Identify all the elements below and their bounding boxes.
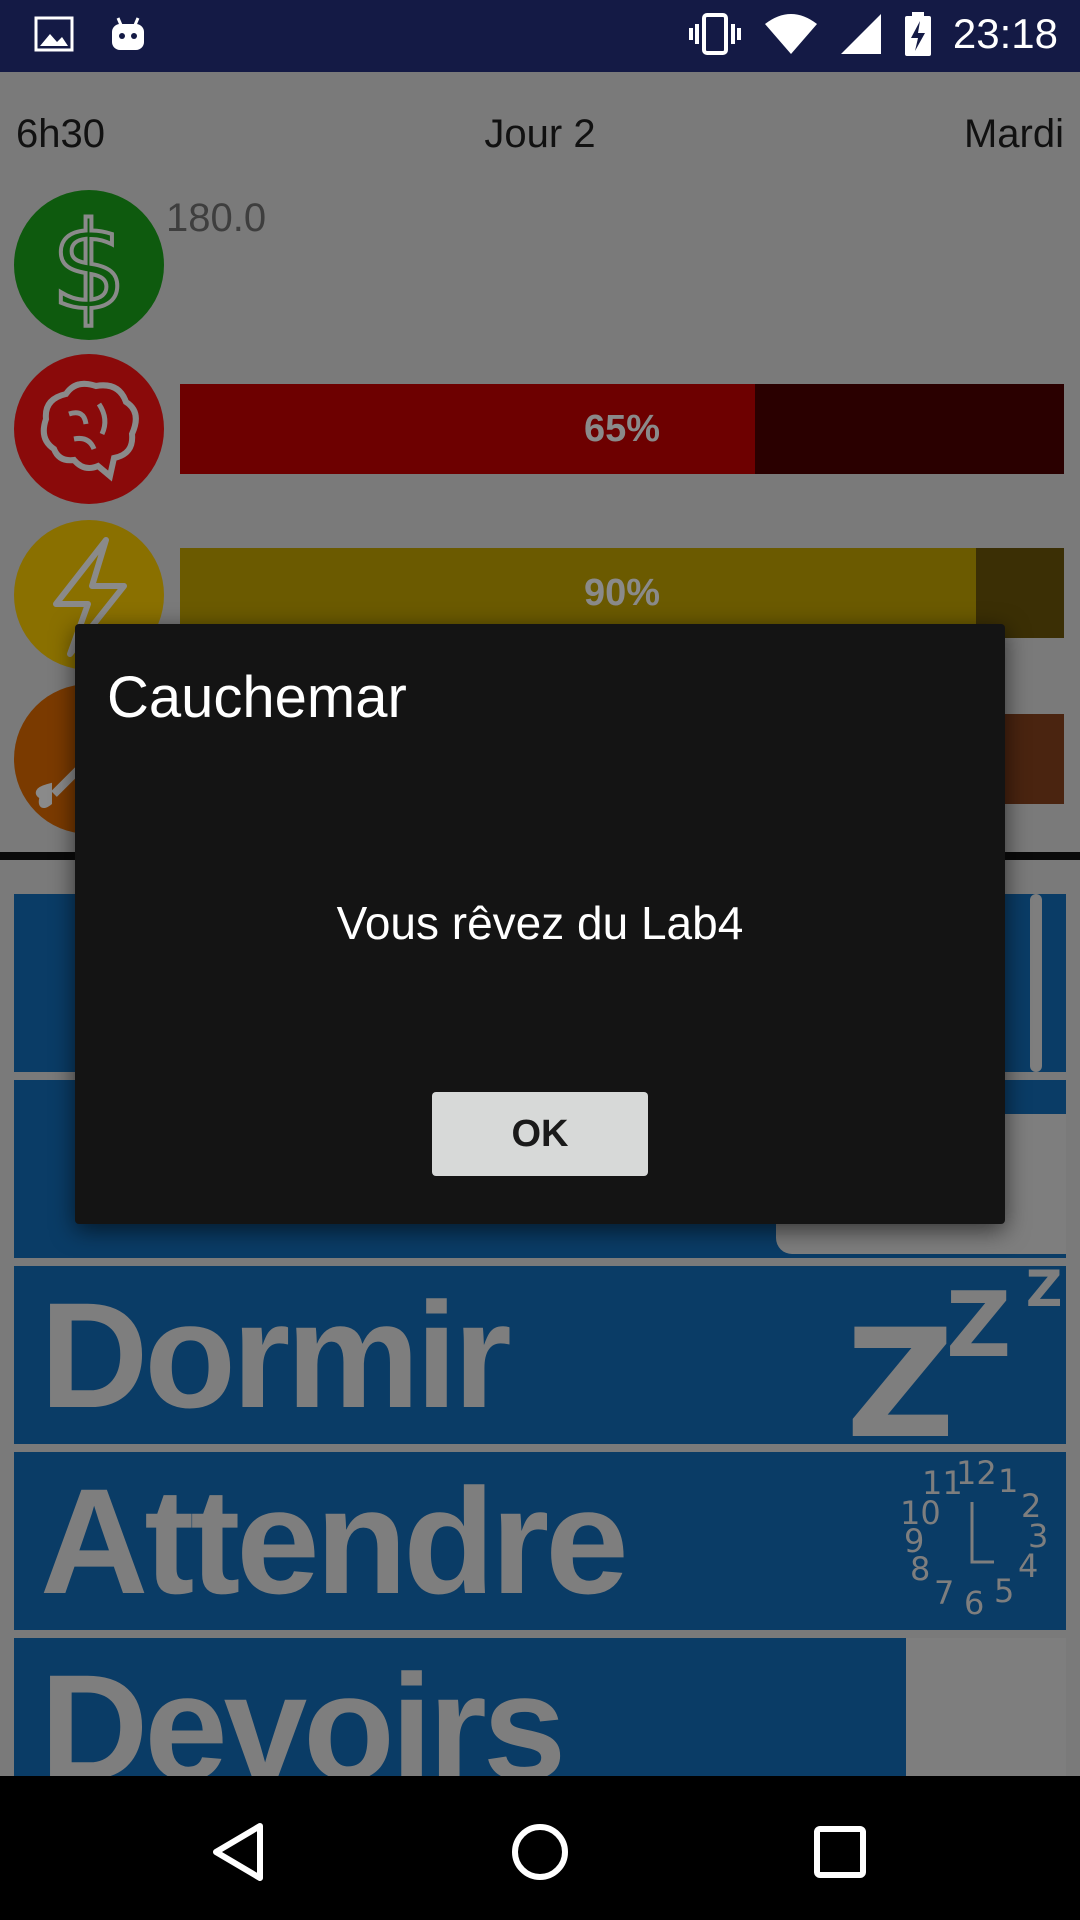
ruler-icon	[906, 1638, 1066, 1776]
brain-icon	[14, 354, 164, 504]
clock: 23:18	[952, 10, 1058, 57]
game-day: Jour 2	[484, 112, 596, 156]
svg-text:11: 11	[922, 1464, 963, 1502]
money-icon: $	[14, 190, 164, 340]
status-bar: 23:18	[0, 0, 1080, 72]
clock-icon: 12 123 4567 891011	[900, 1454, 1048, 1622]
battery-charging-icon	[903, 11, 933, 57]
svg-text:Z: Z	[1026, 1266, 1062, 1318]
svg-text:4: 4	[1018, 1547, 1038, 1585]
devoirs-label: Devoirs	[40, 1643, 566, 1776]
action-button-attendre[interactable]: Attendre 12 1 2 3 4567 8 9 10 11	[14, 1452, 1066, 1630]
svg-text:1: 1	[998, 1462, 1018, 1500]
game-weekday: Mardi	[963, 112, 1064, 156]
navigation-bar	[0, 1776, 1080, 1920]
android-notification-icon	[108, 14, 148, 54]
ok-button[interactable]: OK	[432, 1092, 648, 1176]
image-notification-icon	[34, 16, 74, 52]
action-button-devoirs[interactable]: Devoirs	[14, 1638, 1066, 1776]
dialog-message: Vous rêvez du Lab4	[336, 897, 744, 949]
vibrate-icon	[687, 12, 743, 56]
cell-signal-icon	[839, 12, 883, 56]
dormir-label: Dormir	[40, 1271, 512, 1439]
home-icon[interactable]	[500, 1812, 580, 1892]
alert-dialog: Cauchemar Vous rêvez du Lab4 OK	[75, 624, 1005, 1224]
svg-text:7: 7	[934, 1574, 954, 1612]
svg-text:5: 5	[994, 1572, 1014, 1610]
svg-text:6: 6	[964, 1584, 984, 1622]
game-header: 6h30 Jour 2 Mardi	[0, 72, 1080, 190]
back-icon[interactable]	[200, 1812, 280, 1892]
svg-text:$: $	[51, 198, 127, 337]
svg-text:Z: Z	[846, 1298, 955, 1444]
dialog-title: Cauchemar	[107, 665, 407, 730]
wifi-icon	[763, 12, 819, 56]
action-button-dormir[interactable]: Dormir Z Z Z	[14, 1266, 1066, 1444]
attendre-label: Attendre	[40, 1457, 629, 1625]
brain-bar: 65%	[180, 384, 1064, 474]
sleep-zzz-icon: Z Z Z	[846, 1266, 1062, 1444]
recents-icon[interactable]	[800, 1812, 880, 1892]
money-value: 180.0	[166, 196, 267, 240]
brain-percent: 65%	[583, 408, 661, 450]
svg-text:Z: Z	[946, 1273, 1011, 1378]
